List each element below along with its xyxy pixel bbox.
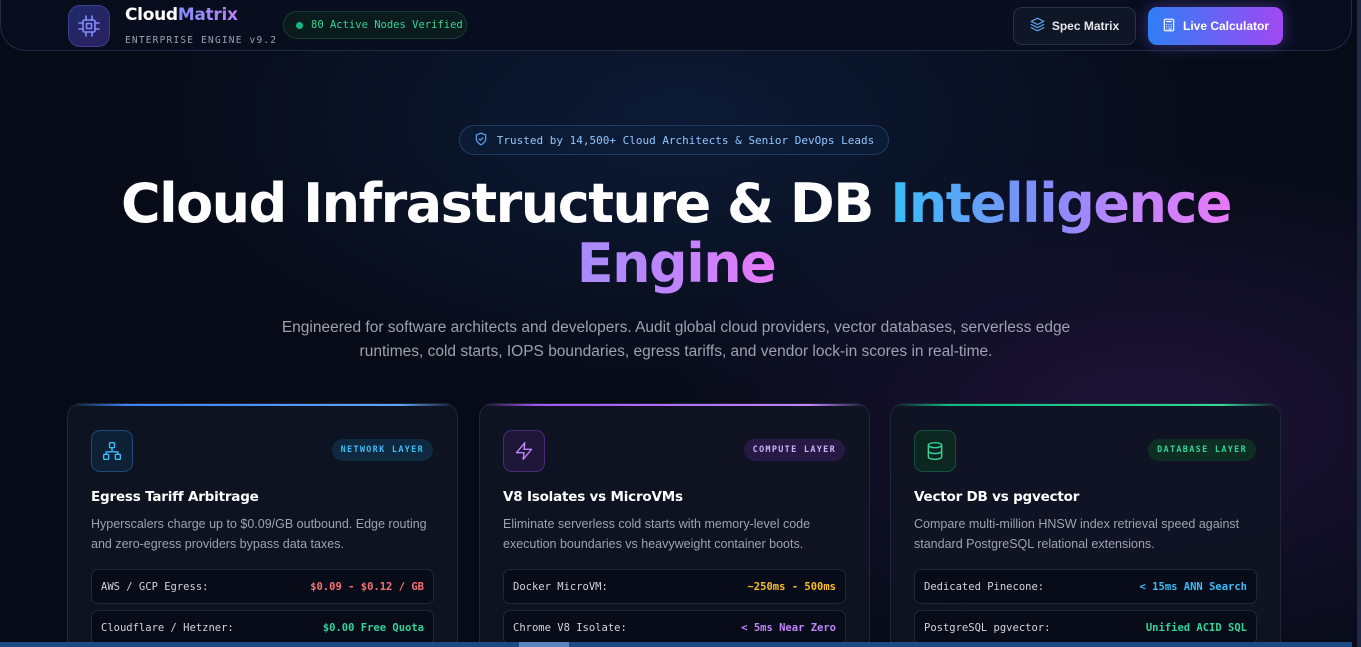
metric-value: Unified ACID SQL	[1145, 621, 1247, 634]
metric-row: Dedicated Pinecone: < 15ms ANN Search	[914, 569, 1257, 604]
metric-label: Cloudflare / Hetzner:	[101, 621, 234, 634]
metric-label: Docker MicroVM:	[513, 580, 608, 593]
metric-row: PostgreSQL pgvector: Unified ACID SQL	[914, 610, 1257, 645]
layer-badge: COMPUTE LAYER	[743, 439, 845, 461]
title-gradient-engine: Engine	[576, 232, 777, 295]
card-title: V8 Isolates vs MicroVMs	[503, 489, 683, 505]
cpu-chip-logo-icon[interactable]	[68, 5, 110, 47]
title-gradient-intelligence: Intelligence	[890, 172, 1232, 235]
layer-badge: NETWORK LAYER	[331, 439, 433, 461]
status-badge: 80 Active Nodes Verified	[283, 11, 467, 39]
metric-value: $0.00 Free Quota	[322, 621, 424, 634]
card-description: Hyperscalers charge up to $0.09/GB outbo…	[91, 517, 427, 551]
horizontal-scrollbar[interactable]	[0, 642, 1352, 647]
card-title: Egress Tariff Arbitrage	[91, 489, 259, 505]
metric-value: ~250ms - 500ms	[747, 580, 836, 593]
card-compute-layer[interactable]: COMPUTE LAYER V8 Isolates vs MicroVMs El…	[479, 403, 870, 647]
scrollbar-thumb[interactable]	[519, 642, 569, 647]
brand-subtitle: ENTERPRISE ENGINE v9.2	[125, 35, 278, 46]
metric-label: PostgreSQL pgvector:	[924, 621, 1051, 634]
live-calculator-label: Live Calculator	[1182, 19, 1270, 33]
trust-badge: Trusted by 14,500+ Cloud Architects & Se…	[459, 125, 889, 155]
metric-row: Chrome V8 Isolate: < 5ms Near Zero	[503, 610, 846, 645]
lightning-bolt-icon	[503, 430, 545, 472]
metric-row: Cloudflare / Hetzner: $0.00 Free Quota	[91, 610, 434, 645]
metric-label: Chrome V8 Isolate:	[513, 621, 627, 634]
metric-value: < 5ms Near Zero	[741, 621, 836, 634]
top-navbar: CloudMatrix ENTERPRISE ENGINE v9.2 80 Ac…	[0, 0, 1352, 51]
card-title: Vector DB vs pgvector	[914, 489, 1080, 505]
calculator-icon	[1162, 18, 1176, 35]
status-dot-icon	[296, 21, 303, 29]
card-description: Eliminate serverless cold starts with me…	[503, 517, 811, 551]
shield-check-icon	[474, 132, 488, 149]
page-title: Cloud Infrastructure & DB Intelligence E…	[0, 174, 1352, 294]
metric-row: AWS / GCP Egress: $0.09 - $0.12 / GB	[91, 569, 434, 604]
trust-text: Trusted by 14,500+ Cloud Architects & Se…	[496, 133, 875, 147]
spec-matrix-button[interactable]: Spec Matrix	[1013, 7, 1136, 45]
database-icon	[914, 430, 956, 472]
layers-icon	[1030, 17, 1045, 35]
metric-value: $0.09 - $0.12 / GB	[310, 580, 424, 593]
hero-subtitle: Engineered for software architects and d…	[281, 319, 1071, 360]
metric-label: Dedicated Pinecone:	[924, 580, 1045, 593]
network-icon	[91, 430, 133, 472]
spec-matrix-label: Spec Matrix	[1051, 19, 1120, 33]
card-description: Compare multi-million HNSW index retriev…	[914, 517, 1240, 551]
title-plain: Cloud Infrastructure & DB	[120, 172, 891, 235]
brand-name[interactable]: CloudMatrix	[125, 5, 238, 25]
layer-badge: DATABASE LAYER	[1148, 439, 1256, 461]
metric-value: < 15ms ANN Search	[1139, 580, 1247, 593]
page-edge	[1357, 0, 1361, 647]
status-text: 80 Active Nodes Verified	[311, 19, 463, 31]
card-database-layer[interactable]: DATABASE LAYER Vector DB vs pgvector Com…	[890, 403, 1281, 647]
live-calculator-button[interactable]: Live Calculator	[1148, 7, 1283, 45]
brand-name-accent: Matrix	[177, 5, 238, 25]
card-network-layer[interactable]: NETWORK LAYER Egress Tariff Arbitrage Hy…	[67, 403, 458, 647]
metric-label: AWS / GCP Egress:	[101, 580, 209, 593]
metric-row: Docker MicroVM: ~250ms - 500ms	[503, 569, 846, 604]
